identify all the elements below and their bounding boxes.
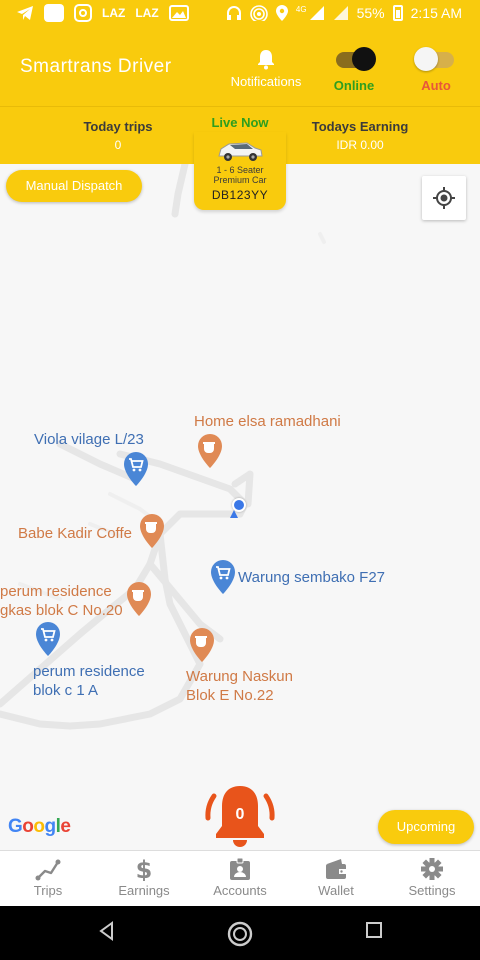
nav-settings[interactable]: Settings — [384, 851, 480, 906]
battery-percent: 55% — [356, 5, 385, 21]
nav-earnings[interactable]: $ Earnings — [96, 851, 192, 906]
today-trips-value: 0 — [114, 138, 122, 152]
google-logo-g: G — [8, 816, 23, 837]
cafe-pin-icon[interactable] — [189, 628, 215, 662]
signal-icon-2 — [333, 6, 348, 20]
status-bar-system: 4G 55% 2:15 AM — [226, 5, 462, 21]
nav-earnings-label: Earnings — [118, 883, 170, 898]
dollar-icon: $ — [136, 857, 153, 881]
system-nav-bar — [0, 906, 480, 960]
shop-pin-icon[interactable] — [210, 560, 236, 594]
nav-accounts-label: Accounts — [213, 883, 267, 898]
direction-arrow-icon — [230, 510, 238, 518]
svg-text:$: $ — [136, 857, 153, 881]
telegram-icon — [17, 6, 33, 20]
today-trips-label: Today trips — [83, 119, 153, 134]
google-logo-g2: g — [44, 816, 57, 837]
poi-perum-residence-c20-label[interactable]: perum residence gkas blok C No.20 — [0, 582, 123, 620]
nav-wallet-label: Wallet — [318, 883, 354, 898]
bottom-nav: Trips $ Earnings Accounts Wallet Setting… — [0, 850, 480, 906]
trips-icon — [35, 859, 61, 881]
google-logo-o2: o — [33, 816, 45, 837]
today-trips: Today trips 0 — [68, 119, 168, 152]
wallet-icon — [326, 859, 346, 879]
notifications-button[interactable]: Notifications — [224, 48, 308, 89]
lazada-label-2: LAZ — [135, 6, 159, 20]
headphones-icon — [226, 6, 241, 20]
battery-icon — [392, 5, 403, 21]
todays-earning-value: IDR 0.00 — [336, 138, 384, 152]
notifications-label: Notifications — [230, 74, 302, 89]
cafe-pin-icon[interactable] — [139, 514, 165, 548]
shop-pin-icon[interactable] — [123, 452, 149, 486]
status-bar: LAZ LAZ 4G 55% 2:15 AM — [0, 0, 480, 30]
photo-icon — [168, 5, 189, 21]
nav-wallet[interactable]: Wallet — [288, 851, 384, 906]
online-label: Online — [333, 78, 375, 93]
lazada-label-1: LAZ — [102, 6, 126, 20]
poi-warung-naskun-label[interactable]: Warung Naskun Blok E No.22 — [186, 667, 293, 705]
crosshair-icon — [433, 187, 455, 209]
clock: 2:15 AM — [410, 5, 462, 21]
app-title: Smartrans Driver — [20, 56, 172, 77]
poi-viola-vilage-label[interactable]: Viola vilage L/23 — [34, 430, 144, 449]
signal-icon — [309, 6, 324, 20]
shop-pin-icon[interactable] — [35, 622, 61, 656]
cafe-pin-icon[interactable] — [197, 434, 223, 468]
todays-earning-label: Todays Earning — [311, 119, 409, 134]
cafe-pin-icon[interactable] — [126, 582, 152, 616]
nav-trips[interactable]: Trips — [0, 851, 96, 906]
poi-home-elsa-label[interactable]: Home elsa ramadhani — [194, 412, 341, 431]
recents-icon[interactable] — [364, 920, 384, 940]
app-notification-icon — [44, 4, 64, 22]
poi-perum-residence-c1a-label[interactable]: perum residence blok c 1 A — [33, 662, 145, 700]
status-bar-notifications: LAZ LAZ — [16, 4, 189, 22]
nav-settings-label: Settings — [408, 883, 456, 898]
google-logo: Google — [8, 816, 71, 838]
badge-icon — [230, 857, 250, 880]
poi-warung-sembako-label[interactable]: Warung sembako F27 — [238, 568, 385, 587]
bell-icon — [258, 50, 274, 70]
todays-earning: Todays Earning IDR 0.00 — [300, 119, 420, 152]
live-now-label: Live Now — [211, 115, 269, 130]
google-logo-o1: o — [22, 816, 34, 837]
upcoming-button[interactable]: Upcoming — [378, 810, 474, 844]
hotspot-icon — [250, 5, 268, 21]
nav-trips-label: Trips — [33, 883, 63, 898]
vehicle-seat-label: 1 - 6 Seater — [216, 165, 264, 175]
manual-dispatch-button[interactable]: Manual Dispatch — [6, 170, 142, 202]
google-logo-e: e — [60, 816, 71, 837]
alarm-count: 0 — [235, 806, 245, 823]
auto-switch-knob — [414, 47, 438, 71]
auto-switch[interactable] — [414, 47, 454, 71]
app-header: Smartrans Driver Notifications Online Au… — [0, 30, 480, 106]
auto-toggle-group: Auto — [410, 46, 462, 93]
map-view[interactable]: Manual Dispatch Home elsa ramadhani Viol… — [0, 164, 480, 850]
online-switch[interactable] — [336, 47, 376, 71]
home-icon[interactable] — [226, 920, 254, 948]
location-icon — [275, 5, 288, 21]
instagram-icon — [74, 4, 92, 22]
my-location-button[interactable] — [422, 176, 466, 220]
poi-babe-kadir-label[interactable]: Babe Kadir Coffe — [18, 524, 132, 543]
network-type: 4G — [295, 4, 307, 14]
vehicle-type-label: Premium Car — [213, 175, 267, 185]
back-icon[interactable] — [96, 920, 118, 942]
online-toggle-group: Online — [330, 46, 378, 93]
vehicle-plate: DB123YY — [211, 188, 269, 202]
nav-accounts[interactable]: Accounts — [192, 851, 288, 906]
auto-label: Auto — [421, 78, 451, 93]
gear-icon — [421, 858, 443, 880]
live-vehicle-card[interactable]: 1 - 6 Seater Premium Car DB123YY — [194, 132, 286, 210]
car-icon — [218, 142, 263, 161]
online-switch-knob — [352, 47, 376, 71]
